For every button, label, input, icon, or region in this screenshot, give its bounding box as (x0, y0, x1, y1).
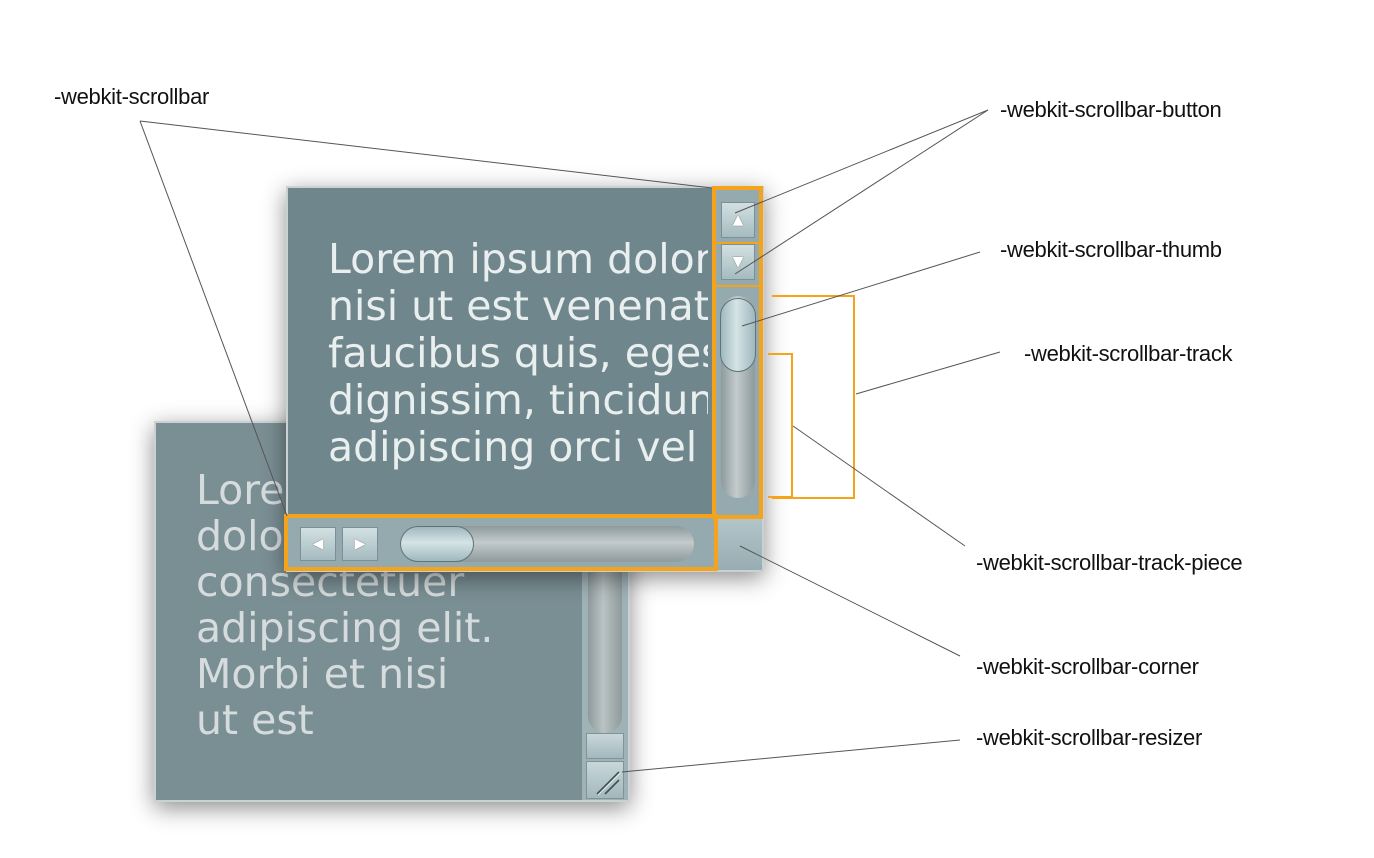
leader-line-corner (739, 545, 961, 657)
track-bracket (772, 295, 855, 499)
leader-line-track (855, 351, 1001, 395)
highlight-vertical-scrollbar (712, 186, 763, 519)
track-piece-bracket (768, 353, 793, 498)
highlight-horizontal-scrollbar (284, 514, 718, 571)
label-scrollbar-thumb: -webkit-scrollbar-thumb (1000, 237, 1222, 262)
label-scrollbar-track: -webkit-scrollbar-track (1024, 341, 1233, 366)
leader-line-button (734, 109, 989, 275)
leader-line-scrollbar (139, 120, 288, 517)
leader-line-scrollbar (139, 120, 713, 189)
label-scrollbar-button: -webkit-scrollbar-button (1000, 97, 1222, 122)
leader-line-button (734, 109, 989, 214)
leader-line-thumb (741, 251, 981, 327)
label-scrollbar-track-piece: -webkit-scrollbar-track-piece (976, 550, 1243, 575)
label-scrollbar-corner: -webkit-scrollbar-corner (976, 654, 1199, 679)
leader-line-track-piece (792, 425, 966, 547)
label-scrollbar: -webkit-scrollbar (54, 84, 210, 109)
label-scrollbar-resizer: -webkit-scrollbar-resizer (976, 725, 1202, 750)
leader-line-resizer (621, 739, 961, 773)
